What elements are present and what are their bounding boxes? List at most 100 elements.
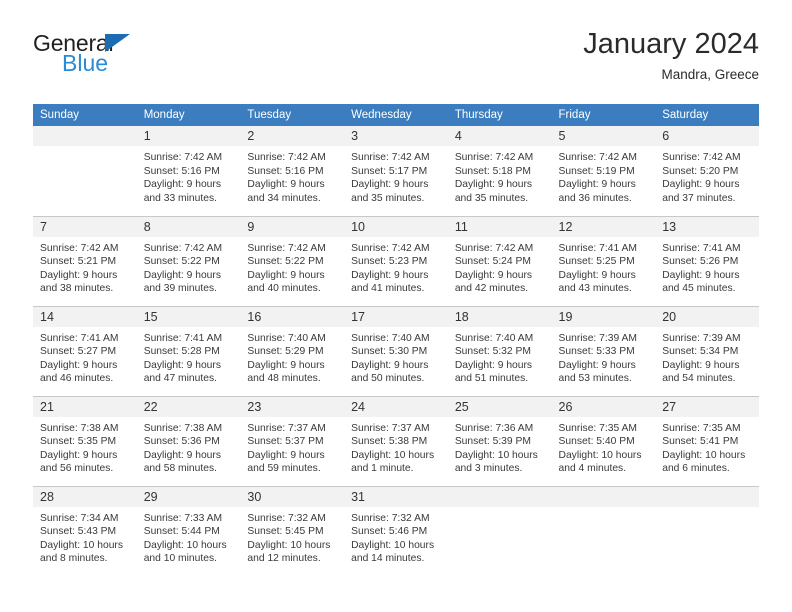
day-daylight-line1: Daylight: 10 hours	[351, 449, 435, 461]
day-sunrise: Sunrise: 7:40 AM	[247, 332, 326, 344]
day-sunset: Sunset: 5:28 PM	[143, 346, 220, 358]
day-sunset: Sunset: 5:16 PM	[143, 165, 220, 177]
calendar-week-row: 21 Sunrise: 7:38 AM Sunset: 5:35 PM Dayligh…	[33, 396, 759, 487]
calendar-day-cell[interactable]: 31 Sunrise: 7:32 AM Sunset: 5:46 PM Dayligh…	[344, 486, 448, 568]
calendar-day-cell[interactable]: 18 Sunrise: 7:40 AM Sunset: 5:32 PM Dayligh…	[447, 306, 552, 397]
day-sunset: Sunset: 5:24 PM	[454, 256, 531, 268]
day-number: 25	[447, 396, 552, 417]
day-daylight-line2: and 54 minutes.	[662, 373, 736, 385]
day-daylight-line1: Daylight: 9 hours	[351, 359, 429, 371]
calendar-day-cell[interactable]: 28 Sunrise: 7:34 AM Sunset: 5:43 PM Dayligh…	[33, 486, 137, 568]
calendar-day-cell[interactable]: 7 Sunrise: 7:42 AM Sunset: 5:21 PM Daylight…	[33, 216, 137, 307]
day-number	[447, 486, 552, 507]
weekday-header-monday: Monday	[136, 104, 241, 126]
calendar-table: Sunday Monday Tuesday Wednesday Thursday Frid…	[33, 104, 759, 568]
calendar-day-cell[interactable]: 11 Sunrise: 7:42 AM Sunset: 5:24 PM Dayligh…	[447, 216, 552, 307]
calendar-day-cell[interactable]: 10 Sunrise: 7:42 AM Sunset: 5:23 PM Dayligh…	[344, 216, 448, 307]
calendar-day-cell[interactable]: 24 Sunrise: 7:37 AM Sunset: 5:38 PM Dayligh…	[344, 396, 448, 487]
day-sun-info: Sunrise: 7:37 AM Sunset: 5:38 PM Daylight:…	[344, 417, 448, 476]
day-daylight-line2: and 50 minutes.	[351, 373, 425, 385]
day-daylight-line2: and 6 minutes.	[662, 463, 730, 475]
day-sun-info: Sunrise: 7:40 AM Sunset: 5:32 PM Daylight:…	[448, 327, 552, 386]
calendar-day-cell[interactable]: 23 Sunrise: 7:37 AM Sunset: 5:37 PM Dayligh…	[240, 396, 345, 487]
day-number: 1	[136, 126, 241, 146]
calendar-day-cell[interactable]: 13 Sunrise: 7:41 AM Sunset: 5:26 PM Dayligh…	[655, 216, 759, 307]
day-sun-info: Sunrise: 7:41 AM Sunset: 5:25 PM Daylight:…	[552, 237, 656, 296]
day-sunrise: Sunrise: 7:37 AM	[247, 422, 326, 434]
day-daylight-line1: Daylight: 10 hours	[662, 449, 746, 461]
day-daylight-line2: and 38 minutes.	[40, 283, 114, 295]
day-sun-info: Sunrise: 7:41 AM Sunset: 5:26 PM Daylight:…	[655, 237, 759, 296]
logo-text-blue: Blue	[62, 50, 109, 76]
day-daylight-line1: Daylight: 9 hours	[558, 269, 636, 281]
day-sunset: Sunset: 5:22 PM	[247, 256, 324, 268]
calendar-day-cell[interactable]: 25 Sunrise: 7:36 AM Sunset: 5:39 PM Dayligh…	[447, 396, 552, 487]
calendar-day-cell[interactable]: 12 Sunrise: 7:41 AM Sunset: 5:25 PM Dayligh…	[551, 216, 656, 307]
calendar-day-cell[interactable]: 26 Sunrise: 7:35 AM Sunset: 5:40 PM Dayligh…	[551, 396, 656, 487]
calendar-day-cell[interactable]: 2 Sunrise: 7:42 AM Sunset: 5:16 PM Daylight…	[240, 126, 345, 217]
calendar-day-cell[interactable]: 21 Sunrise: 7:38 AM Sunset: 5:35 PM Dayligh…	[33, 396, 137, 487]
day-number: 4	[447, 126, 552, 146]
day-daylight-line2: and 12 minutes.	[247, 553, 321, 565]
day-sunset: Sunset: 5:37 PM	[247, 436, 324, 448]
day-daylight-line2: and 33 minutes.	[143, 192, 217, 204]
day-daylight-line2: and 53 minutes.	[558, 373, 632, 385]
calendar-day-cell[interactable]: 1 Sunrise: 7:42 AM Sunset: 5:16 PM Daylight…	[136, 126, 241, 217]
calendar-day-cell[interactable]: 4 Sunrise: 7:42 AM Sunset: 5:18 PM Daylight…	[447, 126, 552, 217]
calendar-day-cell[interactable]: 5 Sunrise: 7:42 AM Sunset: 5:19 PM Daylight…	[551, 126, 656, 217]
day-sun-info: Sunrise: 7:40 AM Sunset: 5:30 PM Daylight:…	[344, 327, 448, 386]
day-sunset: Sunset: 5:39 PM	[454, 436, 531, 448]
day-sunset: Sunset: 5:32 PM	[454, 346, 531, 358]
calendar-day-cell-empty	[551, 486, 656, 568]
day-number	[33, 126, 137, 146]
day-daylight-line1: Daylight: 9 hours	[40, 269, 118, 281]
day-daylight-line2: and 3 minutes.	[454, 463, 523, 475]
day-sun-info: Sunrise: 7:42 AM Sunset: 5:16 PM Daylight:…	[137, 146, 241, 205]
day-sunset: Sunset: 5:38 PM	[351, 436, 428, 448]
day-sunrise: Sunrise: 7:32 AM	[247, 512, 326, 524]
day-number: 3	[344, 126, 448, 146]
day-sunset: Sunset: 5:21 PM	[40, 256, 117, 268]
calendar-day-cell[interactable]: 15 Sunrise: 7:41 AM Sunset: 5:28 PM Dayligh…	[136, 306, 241, 397]
day-daylight-line1: Daylight: 9 hours	[454, 179, 533, 191]
day-number: 17	[344, 306, 448, 327]
calendar-day-cell[interactable]: 29 Sunrise: 7:33 AM Sunset: 5:44 PM Dayligh…	[136, 486, 241, 568]
day-sunset: Sunset: 5:27 PM	[40, 346, 117, 358]
calendar-day-cell[interactable]: 17 Sunrise: 7:40 AM Sunset: 5:30 PM Dayligh…	[344, 306, 448, 397]
calendar-day-cell[interactable]: 8 Sunrise: 7:42 AM Sunset: 5:22 PM Daylight…	[136, 216, 241, 307]
weekday-header-sunday: Sunday	[33, 104, 137, 126]
title-block: January 2024 Mandra, Greece	[583, 28, 759, 84]
day-daylight-line1: Daylight: 9 hours	[351, 269, 429, 281]
day-daylight-line1: Daylight: 10 hours	[558, 449, 642, 461]
calendar-day-cell[interactable]: 14 Sunrise: 7:41 AM Sunset: 5:27 PM Dayligh…	[33, 306, 137, 397]
day-daylight-line1: Daylight: 9 hours	[662, 269, 740, 281]
day-daylight-line1: Daylight: 9 hours	[143, 179, 221, 191]
calendar-day-cell[interactable]: 30 Sunrise: 7:32 AM Sunset: 5:45 PM Dayligh…	[240, 486, 345, 568]
page-subtitle-location: Mandra, Greece	[661, 67, 759, 83]
day-number: 24	[344, 396, 448, 417]
calendar-day-cell[interactable]: 19 Sunrise: 7:39 AM Sunset: 5:33 PM Dayligh…	[551, 306, 656, 397]
calendar-day-cell[interactable]: 16 Sunrise: 7:40 AM Sunset: 5:29 PM Dayligh…	[240, 306, 345, 397]
calendar-day-cell-empty	[447, 486, 552, 568]
calendar-day-cell[interactable]: 27 Sunrise: 7:35 AM Sunset: 5:41 PM Dayligh…	[655, 396, 759, 487]
logo-triangle-icon	[105, 34, 130, 52]
day-number: 19	[551, 306, 656, 327]
day-sunset: Sunset: 5:25 PM	[558, 256, 635, 268]
day-daylight-line1: Daylight: 9 hours	[143, 359, 221, 371]
day-sun-info: Sunrise: 7:38 AM Sunset: 5:35 PM Daylight:…	[33, 417, 137, 476]
day-number: 10	[344, 216, 448, 237]
day-sunrise: Sunrise: 7:42 AM	[558, 152, 637, 163]
page-header: General Blue January 2024 Mandra, Greece	[33, 28, 759, 98]
calendar-day-cell[interactable]: 22 Sunrise: 7:38 AM Sunset: 5:36 PM Dayligh…	[136, 396, 241, 487]
day-sunset: Sunset: 5:29 PM	[247, 346, 324, 358]
calendar-day-cell[interactable]: 20 Sunrise: 7:39 AM Sunset: 5:34 PM Dayligh…	[655, 306, 759, 397]
day-sunrise: Sunrise: 7:39 AM	[662, 332, 741, 344]
calendar-day-cell[interactable]: 6 Sunrise: 7:42 AM Sunset: 5:20 PM Daylight…	[655, 126, 759, 217]
day-sunrise: Sunrise: 7:42 AM	[143, 242, 223, 254]
day-sun-info: Sunrise: 7:39 AM Sunset: 5:33 PM Daylight:…	[552, 327, 656, 386]
day-sun-info: Sunrise: 7:35 AM Sunset: 5:40 PM Daylight:…	[552, 417, 656, 476]
generalblue-logo[interactable]: General Blue	[33, 32, 203, 88]
calendar-day-cell[interactable]: 9 Sunrise: 7:42 AM Sunset: 5:22 PM Daylight…	[240, 216, 345, 307]
calendar-day-cell[interactable]: 3 Sunrise: 7:42 AM Sunset: 5:17 PM Daylight…	[344, 126, 448, 217]
day-daylight-line2: and 41 minutes.	[351, 283, 425, 295]
